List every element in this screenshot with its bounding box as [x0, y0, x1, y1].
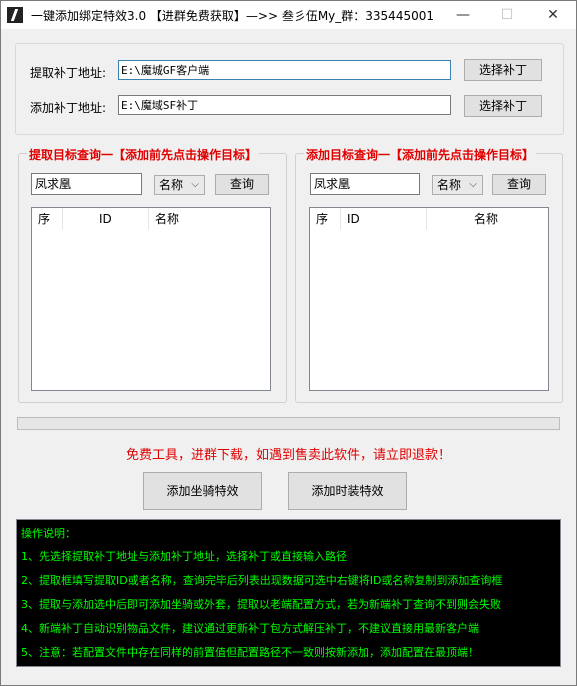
instruction-line: 2、提取框填写提取ID或者名称，查询完毕后列表出现数据可选中右键将ID或名称复制… [21, 574, 503, 587]
add-col-seq[interactable]: 序 [310, 208, 341, 230]
extract-filter-value: 名称 [159, 178, 184, 192]
instructions-console: 操作说明： 1、先选择提取补丁地址与添加补丁地址，选择补丁或直接输入路径 2、提… [16, 519, 561, 667]
extract-group-title: 提取目标查询一【添加前先点击操作目标】 [27, 146, 260, 163]
add-filter-value: 名称 [437, 178, 462, 192]
title-bar[interactable]: 一键添加绑定特效3.0 【进群免费获取】—>> 叁彡伍My_群：33544500… [1, 1, 576, 29]
app-window: 一键添加绑定特效3.0 【进群免费获取】—>> 叁彡伍My_群：33544500… [0, 0, 577, 686]
extract-col-id[interactable]: ID [63, 208, 149, 230]
progress-bar [17, 417, 560, 430]
minimize-button[interactable]: — [441, 1, 485, 29]
extract-select-patch-button[interactable]: 选择补丁 [464, 59, 542, 81]
add-query-button[interactable]: 查询 [492, 174, 546, 195]
add-group-title: 添加目标查询一【添加前先点击操作目标】 [304, 146, 537, 163]
add-search-input[interactable]: 凤求凰 [310, 173, 420, 195]
add-select-patch-button[interactable]: 选择补丁 [464, 95, 542, 117]
extract-col-name[interactable]: 名称 [149, 208, 269, 230]
instructions-heading: 操作说明： [21, 527, 76, 540]
close-button[interactable]: ✕ [531, 1, 575, 29]
extract-path-input[interactable]: E:\魔城GF客户端 [118, 60, 451, 80]
add-results-list[interactable]: 序 ID 名称 [309, 207, 549, 391]
free-tool-notice: 免费工具，进群下载，如遇到售卖此软件，请立即退款！ [125, 448, 451, 463]
instruction-line: 5、注意：若配置文件中存在同样的前置值但配置路径不一致则按新添加，添加配置在最顶… [21, 646, 479, 659]
maximize-button[interactable]: ☐ [485, 1, 529, 29]
extract-query-button[interactable]: 查询 [215, 174, 269, 195]
chevron-down-icon: ⌵ [469, 179, 477, 190]
path-panel [15, 43, 564, 135]
add-col-id[interactable]: ID [341, 208, 427, 230]
instruction-line: 1、先选择提取补丁地址与添加补丁地址，选择补丁或直接输入路径 [21, 550, 347, 563]
add-mount-effect-button[interactable]: 添加坐骑特效 [143, 472, 262, 510]
extract-path-label: 提取补丁地址: [30, 66, 107, 80]
chevron-down-icon: ⌵ [191, 179, 199, 190]
app-logo-icon [7, 7, 23, 23]
add-path-input[interactable]: E:\魔域SF补丁 [118, 95, 451, 115]
add-col-name[interactable]: 名称 [427, 208, 547, 230]
add-fashion-effect-button[interactable]: 添加时装特效 [288, 472, 407, 510]
extract-col-seq[interactable]: 序 [32, 208, 63, 230]
add-filter-select[interactable]: 名称 ⌵ [432, 175, 483, 195]
extract-results-list[interactable]: 序 ID 名称 [31, 207, 271, 391]
add-path-label: 添加补丁地址: [30, 101, 107, 115]
instruction-line: 3、提取与添加选中后即可添加坐骑或外套，提取以老端配置方式，若为新端补丁查询不到… [21, 598, 501, 611]
extract-filter-select[interactable]: 名称 ⌵ [154, 175, 205, 195]
extract-search-input[interactable]: 凤求凰 [31, 173, 142, 195]
window-title: 一键添加绑定特效3.0 【进群免费获取】—>> 叁彡伍My_群：33544500… [31, 9, 434, 23]
instruction-line: 4、新端补丁自动识别物品文件，建议通过更新补丁包方式解压补丁，不建议直接用最新客… [21, 622, 479, 635]
